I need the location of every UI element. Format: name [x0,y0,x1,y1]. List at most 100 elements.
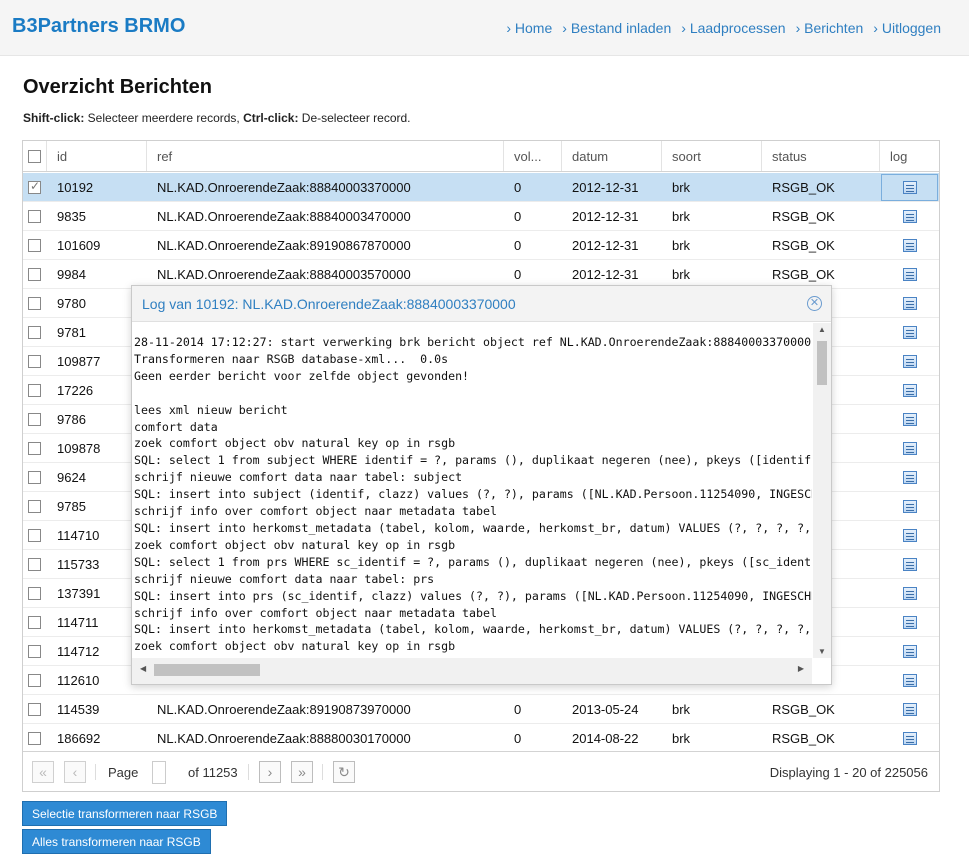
row-checkbox[interactable] [23,202,47,230]
row-checkbox[interactable] [23,260,47,288]
log-button-wrapper[interactable] [902,702,917,716]
cell-log[interactable] [880,579,939,607]
row-checkbox[interactable] [23,666,47,694]
column-header-ref[interactable]: ref [147,141,504,171]
log-window-header[interactable]: Log van 10192: NL.KAD.OnroerendeZaak:888… [132,286,831,322]
prev-page-button[interactable]: ‹ [64,761,86,783]
log-button-wrapper[interactable] [902,586,917,600]
horizontal-scrollbar[interactable]: ◀ ▶ [132,658,812,684]
cell-log[interactable] [880,289,939,317]
log-button-wrapper[interactable] [902,325,917,339]
row-checkbox[interactable] [23,434,47,462]
row-checkbox[interactable] [23,463,47,491]
column-header-datum[interactable]: datum [562,141,662,171]
row-checkbox[interactable] [23,492,47,520]
table-row[interactable]: 10192 NL.KAD.OnroerendeZaak:8884000337000… [23,173,939,202]
row-checkbox-box[interactable] [28,325,41,339]
log-document-icon[interactable] [902,296,917,310]
page-number-input[interactable] [152,761,166,784]
scroll-right-arrow-icon[interactable]: ▶ [798,664,804,673]
log-document-icon[interactable] [902,412,917,426]
row-checkbox-box[interactable] [28,354,41,368]
row-checkbox[interactable] [23,579,47,607]
row-checkbox-box[interactable] [28,238,41,252]
log-document-icon[interactable] [902,586,917,600]
log-button-wrapper[interactable] [902,296,917,310]
row-checkbox-box[interactable] [28,267,41,281]
row-checkbox-box[interactable] [28,179,41,194]
log-document-icon[interactable] [902,528,917,542]
first-page-button[interactable]: « [32,761,54,783]
log-button-wrapper[interactable] [881,173,938,201]
row-checkbox-box[interactable] [28,615,41,629]
log-button-wrapper[interactable] [902,731,917,745]
close-icon[interactable]: ✕ [807,296,822,311]
cell-log[interactable] [880,173,939,201]
row-checkbox-box[interactable] [28,209,41,223]
table-row[interactable]: 114539 NL.KAD.OnroerendeZaak:891908739700… [23,695,939,724]
cell-log[interactable] [880,463,939,491]
log-button-wrapper[interactable] [902,412,917,426]
log-document-icon[interactable] [902,702,917,716]
next-page-button[interactable]: › [259,761,281,783]
row-checkbox[interactable] [23,550,47,578]
vertical-scrollbar[interactable]: ▲ ▼ [813,323,831,659]
scroll-down-arrow-icon[interactable]: ▼ [813,645,831,659]
log-document-icon[interactable] [902,441,917,455]
log-document-icon[interactable] [902,238,917,252]
nav-home[interactable]: Home [506,20,552,36]
nav-bestand-inladen[interactable]: Bestand inladen [562,20,671,36]
nav-uitloggen[interactable]: Uitloggen [873,20,941,36]
row-checkbox-box[interactable] [28,731,41,745]
row-checkbox[interactable] [23,231,47,259]
column-header-log[interactable]: log [880,141,939,171]
transform-selection-button[interactable]: Selectie transformeren naar RSGB [22,801,228,826]
row-checkbox[interactable] [23,289,47,317]
log-document-icon[interactable] [902,354,917,368]
row-checkbox[interactable] [23,637,47,665]
row-checkbox-box[interactable] [28,470,41,484]
row-checkbox[interactable] [23,376,47,404]
cell-log[interactable] [880,318,939,346]
row-checkbox-box[interactable] [28,644,41,658]
cell-log[interactable] [880,521,939,549]
cell-log[interactable] [880,695,939,723]
log-button-wrapper[interactable] [902,499,917,513]
row-checkbox-box[interactable] [28,296,41,310]
row-checkbox[interactable] [23,318,47,346]
cell-log[interactable] [880,550,939,578]
transform-all-button[interactable]: Alles transformeren naar RSGB [22,829,211,854]
column-header-id[interactable]: id [47,141,147,171]
log-document-icon[interactable] [902,557,917,571]
log-button-wrapper[interactable] [902,441,917,455]
log-document-icon[interactable] [902,267,917,281]
row-checkbox-box[interactable] [28,528,41,542]
row-checkbox-box[interactable] [28,383,41,397]
row-checkbox[interactable] [23,521,47,549]
cell-log[interactable] [880,231,939,259]
cell-log[interactable] [880,492,939,520]
row-checkbox[interactable] [23,695,47,723]
column-header-soort[interactable]: soort [662,141,762,171]
log-button-wrapper[interactable] [902,383,917,397]
table-row[interactable]: 186692 NL.KAD.OnroerendeZaak:888800301700… [23,724,939,753]
cell-log[interactable] [880,405,939,433]
select-all-checkbox[interactable] [28,149,41,163]
row-checkbox-box[interactable] [28,673,41,687]
scroll-up-arrow-icon[interactable]: ▲ [813,323,831,337]
cell-log[interactable] [880,434,939,462]
cell-log[interactable] [880,608,939,636]
row-checkbox[interactable] [23,724,47,752]
cell-log[interactable] [880,724,939,752]
log-document-icon[interactable] [902,673,917,687]
log-document-icon[interactable] [902,499,917,513]
log-button-wrapper[interactable] [902,354,917,368]
log-button-wrapper[interactable] [902,615,917,629]
row-checkbox[interactable] [23,173,47,201]
row-checkbox[interactable] [23,347,47,375]
nav-laadprocessen[interactable]: Laadprocessen [681,20,786,36]
row-checkbox-box[interactable] [28,557,41,571]
table-row[interactable]: 9835 NL.KAD.OnroerendeZaak:88840003470000… [23,202,939,231]
log-button-wrapper[interactable] [902,673,917,687]
row-checkbox-box[interactable] [28,586,41,600]
